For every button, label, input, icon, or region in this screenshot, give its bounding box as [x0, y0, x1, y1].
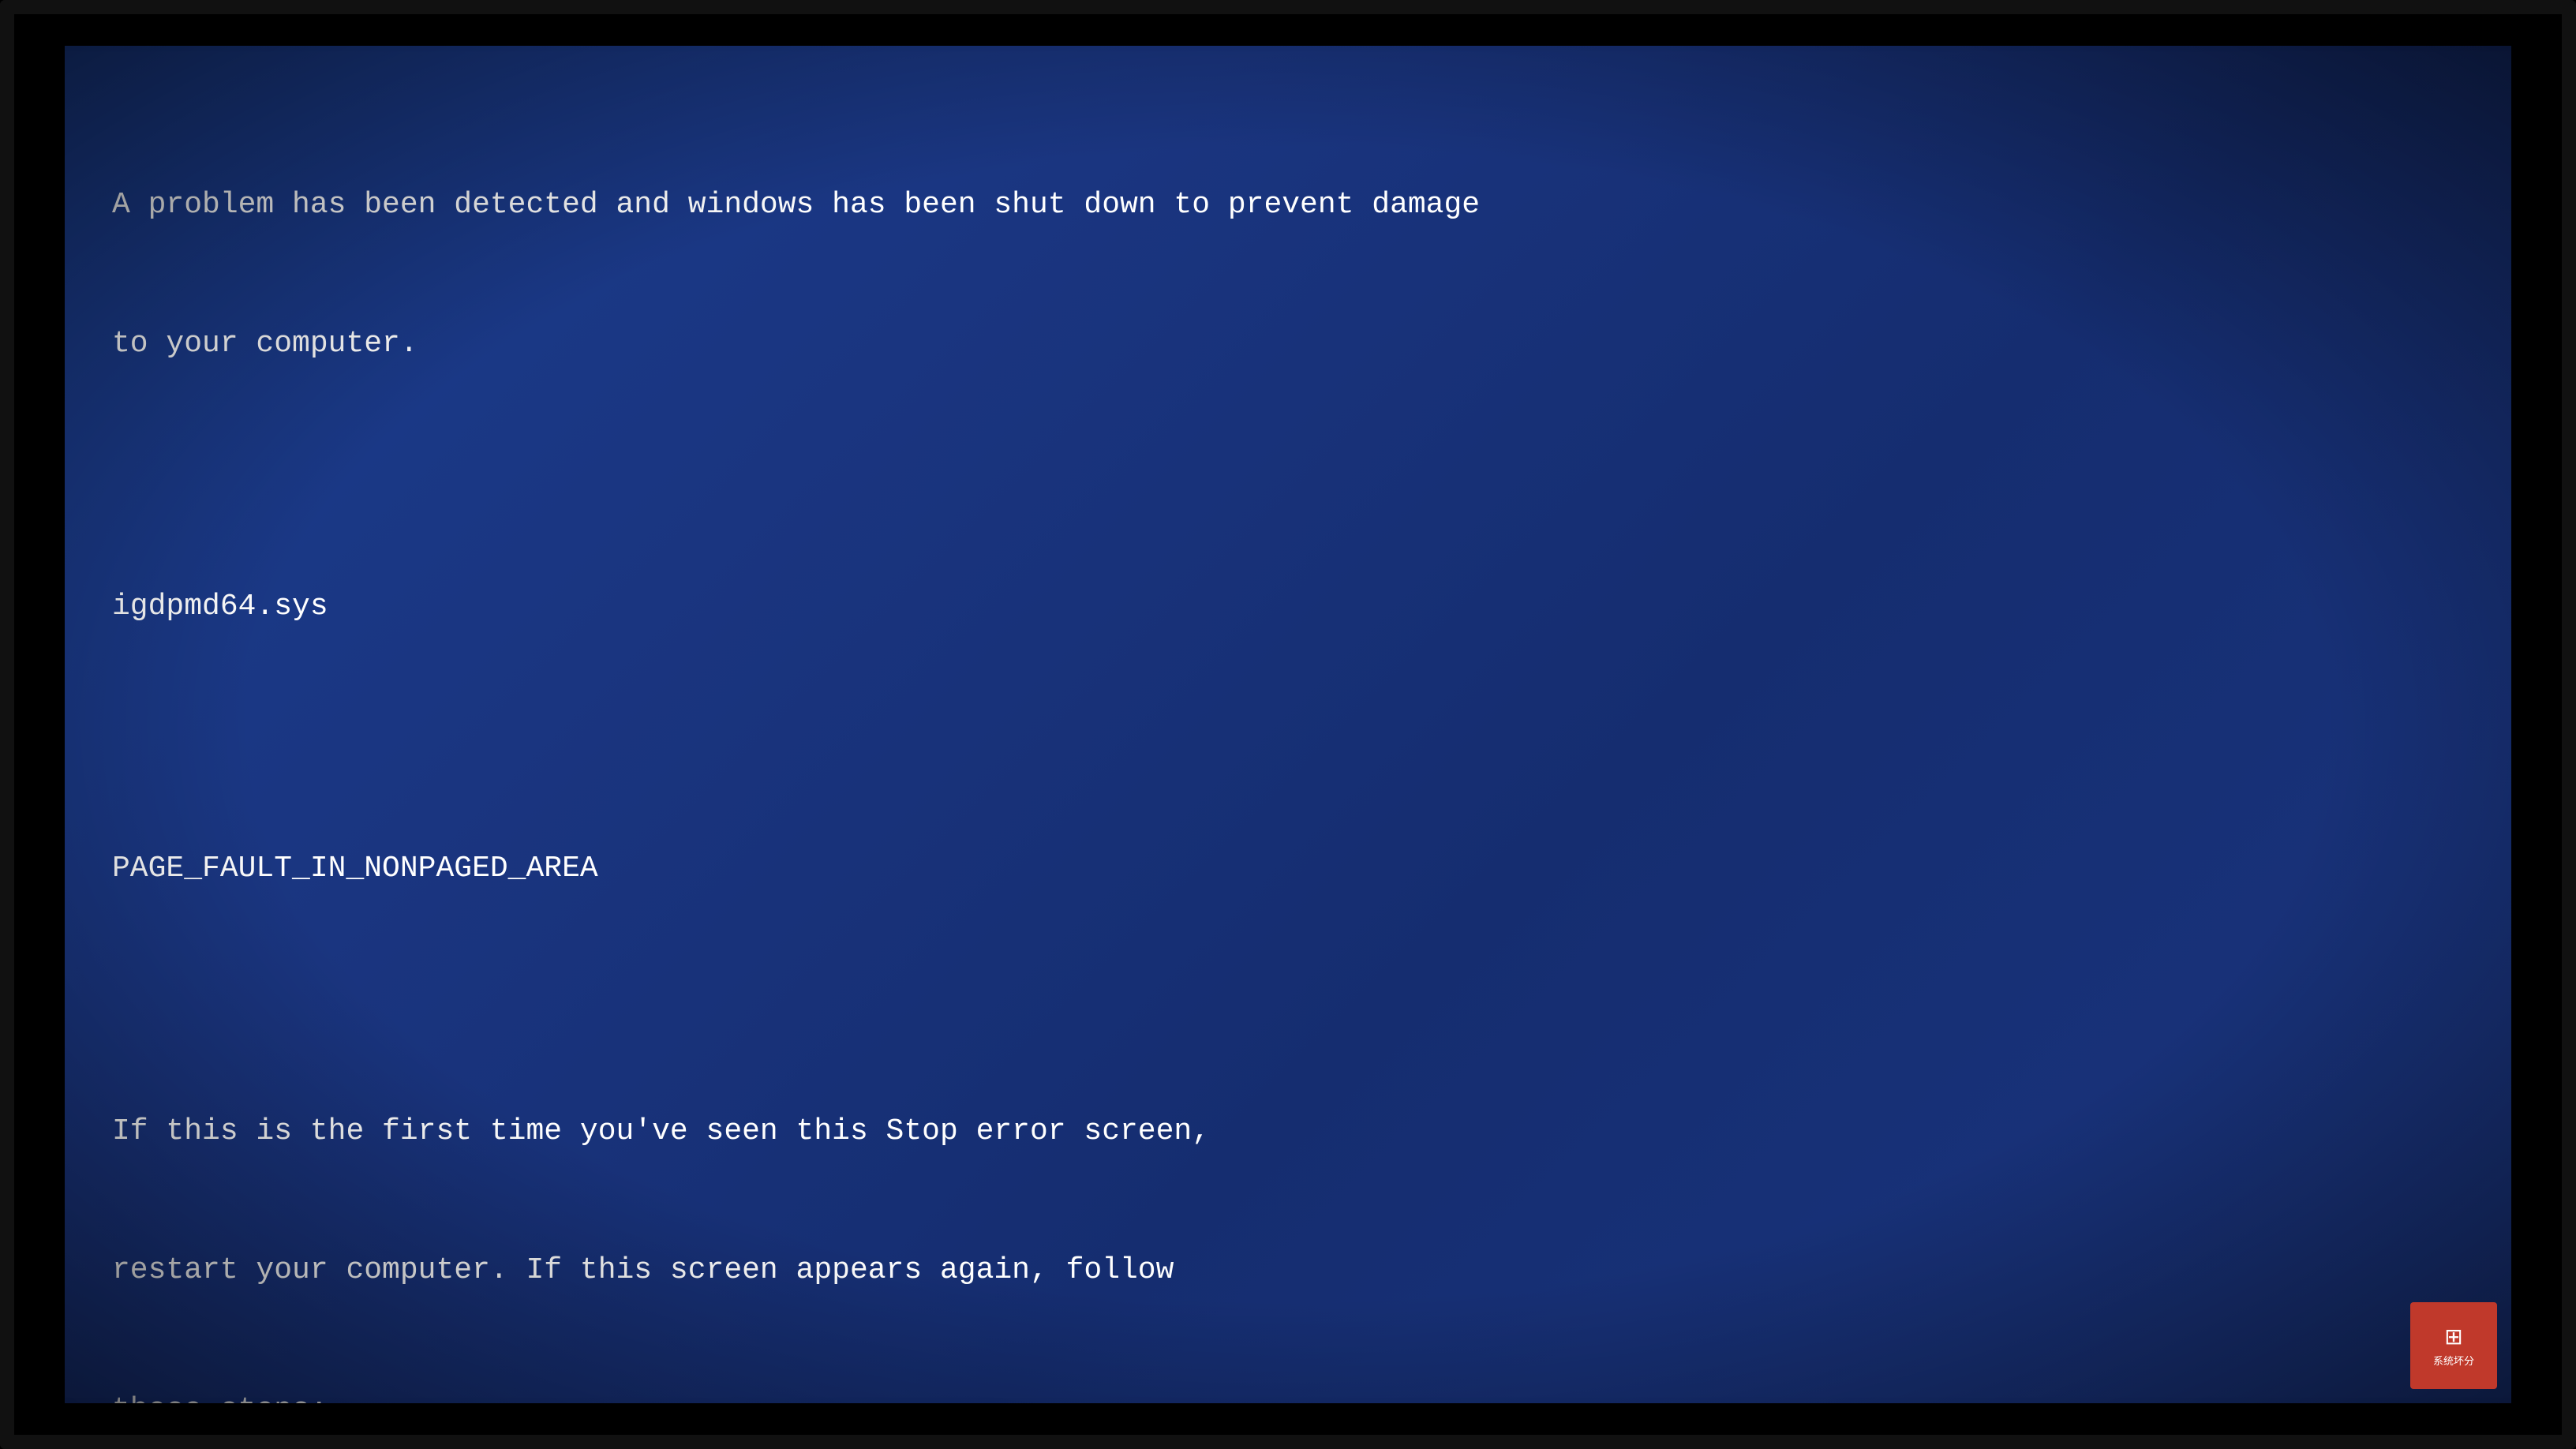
- bsod-screen: A problem has been detected and windows …: [65, 46, 2511, 1403]
- watermark-badge: ⊞ 系统坏分: [2410, 1302, 2497, 1389]
- watermark-label: 系统坏分: [2433, 1353, 2474, 1368]
- bsod-spacer-3: [112, 986, 2464, 1016]
- bsod-line-1: A problem has been detected and windows …: [112, 182, 2464, 229]
- screen-container: A problem has been detected and windows …: [0, 0, 2576, 1449]
- bsod-line-2: to your computer.: [112, 321, 2464, 368]
- bsod-spacer-1: [112, 461, 2464, 491]
- bsod-line-5: If this is the first time you've seen th…: [112, 1109, 2464, 1155]
- bsod-line-4: PAGE_FAULT_IN_NONPAGED_AREA: [112, 846, 2464, 893]
- bsod-text-content: A problem has been detected and windows …: [112, 89, 2464, 1403]
- bsod-line-6: restart your computer. If this screen ap…: [112, 1248, 2464, 1294]
- watermark-icon: ⊞: [2444, 1324, 2462, 1350]
- bsod-line-7: these steps:: [112, 1387, 2464, 1403]
- bsod-spacer-2: [112, 724, 2464, 754]
- bsod-line-3: igdpmd64.sys: [112, 584, 2464, 631]
